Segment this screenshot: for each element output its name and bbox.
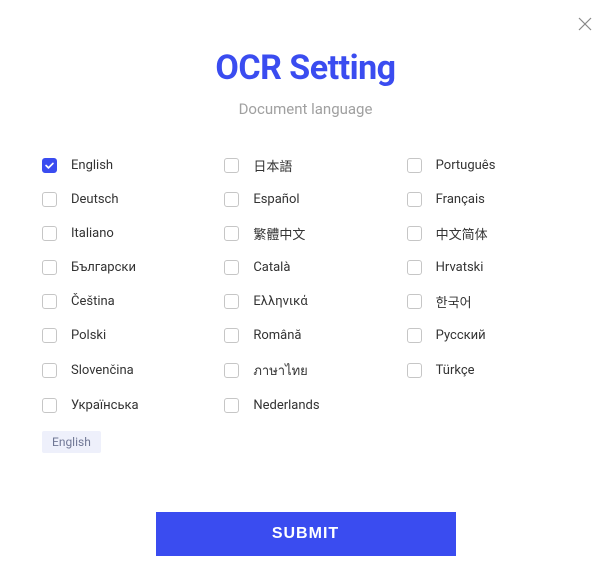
language-checkbox[interactable] <box>407 192 422 207</box>
selected-tag-row: English <box>0 431 611 453</box>
language-checkbox[interactable] <box>42 260 57 275</box>
language-checkbox[interactable] <box>407 363 422 378</box>
language-label: Türkçe <box>436 363 475 378</box>
language-checkbox[interactable] <box>407 328 422 343</box>
language-label: Română <box>253 328 301 343</box>
language-label: Català <box>253 260 290 275</box>
close-button[interactable] <box>577 16 593 32</box>
language-option[interactable]: Nederlands <box>224 398 386 413</box>
language-label: English <box>71 158 113 173</box>
language-checkbox[interactable] <box>42 226 57 241</box>
check-icon <box>44 160 55 171</box>
language-checkbox[interactable] <box>407 158 422 173</box>
language-label: Español <box>253 192 299 207</box>
page-subtitle: Document language <box>0 100 611 118</box>
language-option[interactable]: Ελληνικά <box>224 292 386 311</box>
language-option[interactable]: Русский <box>407 328 569 343</box>
language-option[interactable]: Čeština <box>42 292 204 311</box>
language-checkbox[interactable] <box>407 294 422 309</box>
language-option[interactable]: Română <box>224 328 386 343</box>
language-checkbox[interactable] <box>407 260 422 275</box>
language-label: 한국어 <box>436 292 472 311</box>
language-label: Português <box>436 158 496 173</box>
language-label: 日本語 <box>253 156 292 175</box>
language-label: Français <box>436 192 485 207</box>
language-checkbox[interactable] <box>224 294 239 309</box>
language-checkbox[interactable] <box>224 226 239 241</box>
language-option[interactable]: Português <box>407 156 569 175</box>
language-option[interactable]: 中文简体 <box>407 224 569 243</box>
language-checkbox[interactable] <box>42 294 57 309</box>
language-label: Italiano <box>71 226 114 241</box>
language-option[interactable]: 繁體中文 <box>224 224 386 243</box>
language-label: 繁體中文 <box>253 224 305 243</box>
language-checkbox[interactable] <box>224 328 239 343</box>
language-grid: English 日本語 Português Deutsch Español Françai… <box>0 156 611 413</box>
language-label: Русский <box>436 328 486 343</box>
language-option[interactable]: Slovenčina <box>42 360 204 381</box>
language-option[interactable]: ภาษาไทย <box>224 360 386 381</box>
language-option[interactable]: Español <box>224 192 386 207</box>
language-checkbox[interactable] <box>224 260 239 275</box>
language-label: Polski <box>71 328 106 343</box>
language-label: ภาษาไทย <box>253 360 307 381</box>
language-checkbox[interactable] <box>42 158 57 173</box>
language-checkbox[interactable] <box>42 192 57 207</box>
language-label: Hrvatski <box>436 260 484 275</box>
language-checkbox[interactable] <box>224 363 239 378</box>
language-option[interactable]: Hrvatski <box>407 260 569 275</box>
language-checkbox[interactable] <box>42 328 57 343</box>
language-checkbox[interactable] <box>224 398 239 413</box>
page-title: OCR Setting <box>0 48 611 88</box>
language-option[interactable]: Català <box>224 260 386 275</box>
language-label: Български <box>71 260 136 275</box>
language-option[interactable]: Български <box>42 260 204 275</box>
selected-language-tag[interactable]: English <box>42 431 101 453</box>
language-option[interactable]: 한국어 <box>407 292 569 311</box>
close-icon <box>577 16 593 32</box>
submit-button[interactable]: SUBMIT <box>156 512 456 556</box>
language-checkbox[interactable] <box>42 363 57 378</box>
language-option[interactable]: Polski <box>42 328 204 343</box>
language-label: Deutsch <box>71 192 119 207</box>
language-option[interactable]: English <box>42 156 204 175</box>
language-label: 中文简体 <box>436 224 488 243</box>
language-option[interactable]: Українська <box>42 398 204 413</box>
language-option[interactable]: Deutsch <box>42 192 204 207</box>
language-option[interactable]: Italiano <box>42 224 204 243</box>
language-checkbox[interactable] <box>224 192 239 207</box>
language-label: Nederlands <box>253 398 319 413</box>
language-label: Čeština <box>71 294 115 309</box>
language-label: Slovenčina <box>71 363 134 378</box>
language-option[interactable]: 日本語 <box>224 156 386 175</box>
language-label: Ελληνικά <box>253 294 307 309</box>
language-label: Українська <box>71 398 139 413</box>
language-checkbox[interactable] <box>224 158 239 173</box>
language-checkbox[interactable] <box>407 226 422 241</box>
language-option[interactable]: Türkçe <box>407 360 569 381</box>
language-checkbox[interactable] <box>42 398 57 413</box>
language-option[interactable]: Français <box>407 192 569 207</box>
